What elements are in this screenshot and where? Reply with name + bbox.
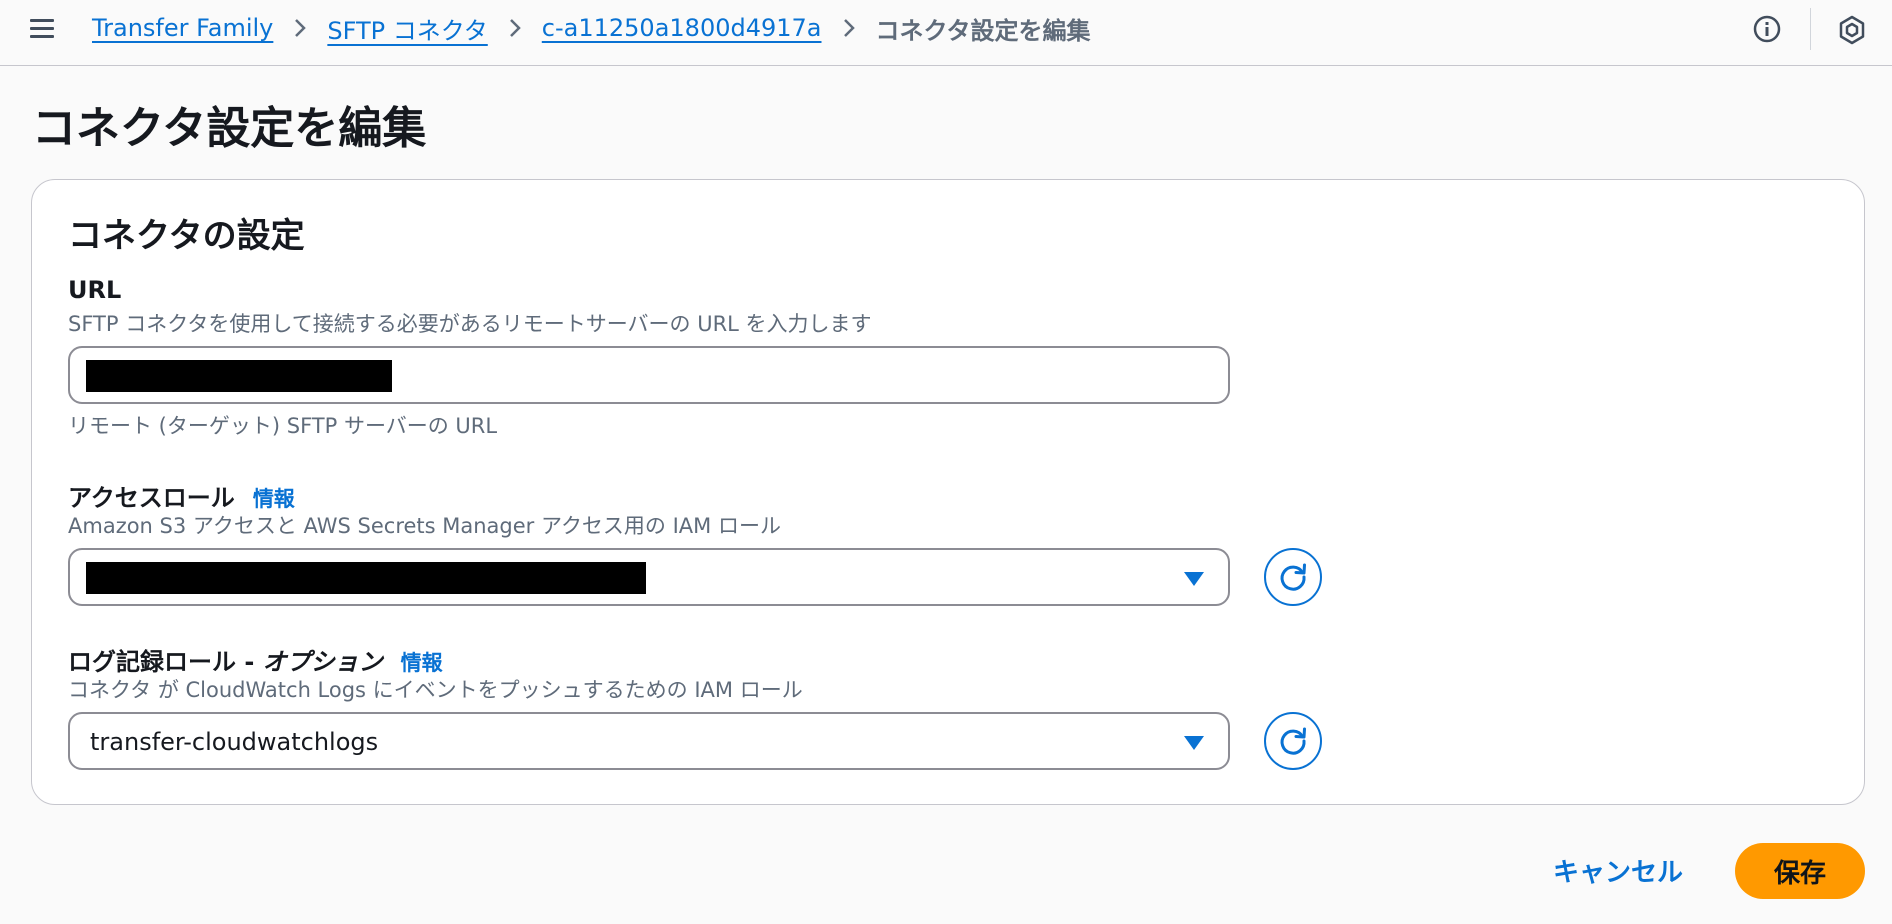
- hamburger-menu-icon[interactable]: [28, 14, 58, 44]
- breadcrumb-connector-id[interactable]: c-a11250a1800d4917a: [542, 14, 822, 42]
- divider: [1810, 8, 1811, 50]
- logging-role-optional: オプション: [262, 648, 383, 676]
- logging-role-label: ログ記録ロール - オプション 情報: [68, 642, 443, 677]
- url-constraint: リモート (ターゲット) SFTP サーバーの URL: [68, 414, 498, 438]
- access-role-refresh-button[interactable]: [1264, 548, 1322, 606]
- logging-role-label-sep: -: [236, 648, 263, 676]
- cube-icon[interactable]: [1836, 14, 1868, 46]
- connector-settings-card: コネクタの設定 URL SFTP コネクタを使用して接続する必要があるリモートサ…: [31, 179, 1865, 805]
- save-button[interactable]: 保存: [1735, 843, 1865, 899]
- url-label-text: URL: [68, 276, 122, 304]
- redacted-value: [86, 360, 392, 392]
- access-role-description: Amazon S3 アクセスと AWS Secrets Manager アクセス…: [68, 514, 781, 538]
- access-role-label-text: アクセスロール: [68, 484, 235, 512]
- url-input[interactable]: [68, 346, 1230, 404]
- info-circle-icon[interactable]: [1752, 14, 1782, 44]
- breadcrumb-sftp-connectors[interactable]: SFTP コネクタ: [327, 11, 487, 46]
- top-navigation-bar: Transfer Family SFTP コネクタ c-a11250a1800d…: [0, 0, 1892, 66]
- access-role-info-link[interactable]: 情報: [253, 483, 295, 513]
- cancel-button[interactable]: キャンセル: [1548, 842, 1688, 898]
- logging-role-description: コネクタ が CloudWatch Logs にイベントをプッシュするための I…: [68, 678, 803, 702]
- logging-role-value: transfer-cloudwatchlogs: [90, 728, 379, 756]
- url-description: SFTP コネクタを使用して接続する必要があるリモートサーバーの URL を入力…: [68, 312, 872, 336]
- logging-role-label-text: ログ記録ロール: [68, 648, 236, 676]
- access-role-select[interactable]: [68, 548, 1230, 606]
- url-label: URL: [68, 276, 121, 304]
- refresh-icon: [1280, 563, 1306, 591]
- refresh-icon: [1280, 727, 1306, 755]
- logging-role-info-link[interactable]: 情報: [401, 647, 443, 677]
- breadcrumb: Transfer Family SFTP コネクタ c-a11250a1800d…: [92, 10, 1091, 46]
- chevron-right-icon: [834, 10, 864, 46]
- breadcrumb-transfer-family[interactable]: Transfer Family: [92, 14, 273, 42]
- caret-down-icon: [1184, 736, 1204, 750]
- logging-role-select[interactable]: transfer-cloudwatchlogs: [68, 712, 1230, 770]
- access-role-label: アクセスロール 情報: [68, 478, 295, 513]
- card-title: コネクタの設定: [68, 216, 305, 256]
- chevron-right-icon: [500, 10, 530, 46]
- chevron-right-icon: [285, 10, 315, 46]
- page-title: コネクタ設定を編集: [32, 103, 427, 154]
- caret-down-icon: [1184, 572, 1204, 586]
- logging-role-refresh-button[interactable]: [1264, 712, 1322, 770]
- redacted-value: [86, 562, 646, 594]
- breadcrumb-current: コネクタ設定を編集: [875, 16, 1091, 45]
